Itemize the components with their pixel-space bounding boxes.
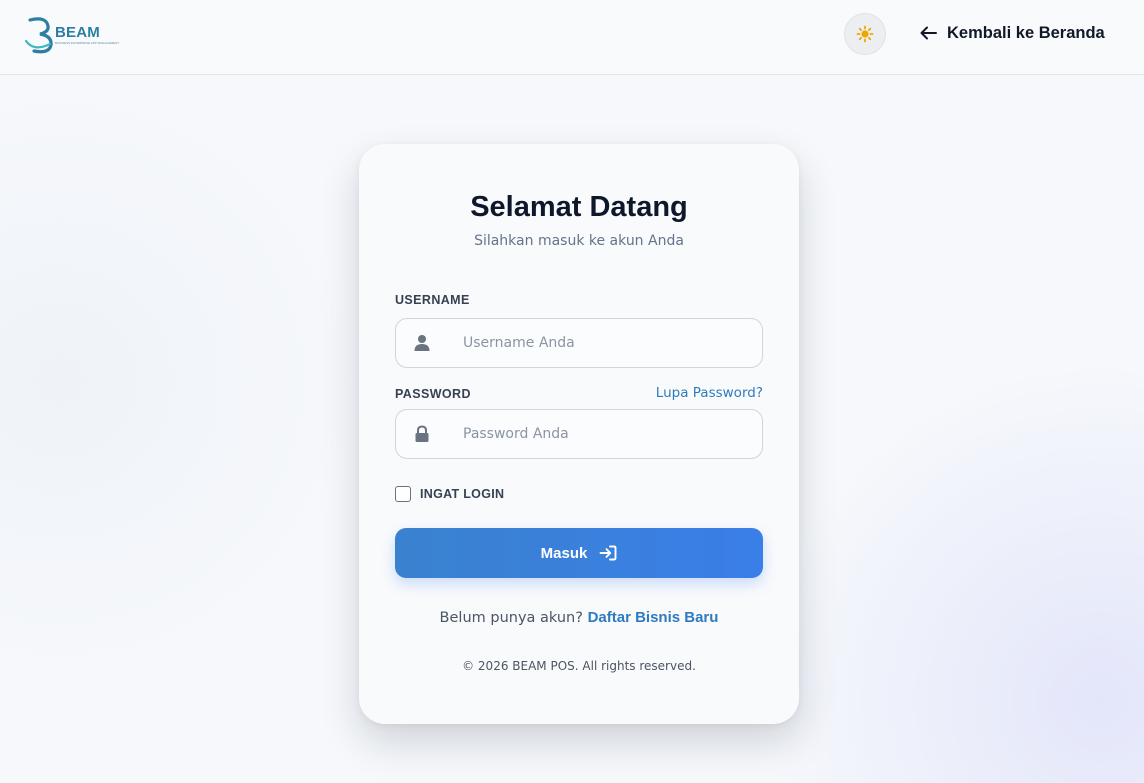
username-label: USERNAME — [395, 293, 470, 307]
submit-label: Masuk — [540, 544, 588, 562]
back-link-label: Kembali ke Beranda — [947, 23, 1105, 42]
username-field — [395, 318, 763, 368]
beam-logo-icon — [24, 17, 53, 54]
logo-text: BEAM — [55, 24, 100, 41]
theme-toggle-button[interactable] — [844, 13, 886, 55]
arrow-left-icon — [920, 26, 937, 40]
username-input[interactable] — [446, 320, 756, 366]
beam-logo[interactable]: BEAM BUSINESS ENTERPRISE APP MANAGEMENT — [24, 14, 119, 54]
password-field — [395, 409, 763, 459]
password-input[interactable] — [446, 411, 756, 457]
signup-prompt-text: Belum punya akun? — [439, 610, 583, 626]
signup-link[interactable]: Daftar Bisnis Baru — [588, 609, 719, 626]
login-card: Selamat Datang Silahkan masuk ke akun An… — [359, 144, 799, 724]
back-to-home-link[interactable]: Kembali ke Beranda — [920, 22, 1105, 44]
password-label: PASSWORD — [395, 387, 471, 401]
login-submit-button[interactable]: Masuk — [395, 528, 763, 578]
remember-login: INGAT LOGIN — [395, 486, 504, 502]
logo-tagline: BUSINESS ENTERPRISE APP MANAGEMENT — [55, 41, 120, 45]
user-icon — [414, 335, 430, 351]
page-title: Selamat Datang — [470, 191, 688, 223]
lock-icon — [415, 425, 429, 442]
sign-in-icon — [599, 545, 617, 561]
forgot-password-link[interactable]: Lupa Password? — [656, 385, 763, 401]
remember-login-checkbox[interactable] — [395, 486, 411, 502]
remember-login-label[interactable]: INGAT LOGIN — [420, 487, 504, 501]
page-subtitle: Silahkan masuk ke akun Anda — [474, 233, 684, 249]
copyright: © 2026 BEAM POS. All rights reserved. — [462, 659, 696, 673]
sun-icon — [856, 25, 874, 43]
signup-prompt: Belum punya akun? Daftar Bisnis Baru — [359, 609, 799, 626]
top-navbar: BEAM BUSINESS ENTERPRISE APP MANAGEMENT … — [0, 0, 1144, 75]
